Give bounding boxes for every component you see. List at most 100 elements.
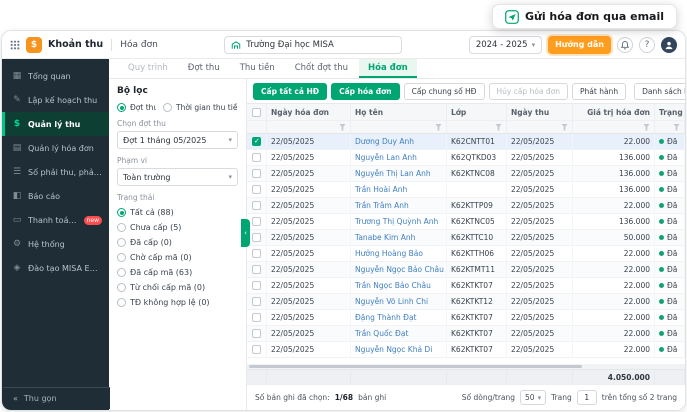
tab[interactable]: Chốt đợt thu — [286, 59, 357, 78]
user-avatar[interactable] — [661, 37, 677, 53]
filter-funnel-icon[interactable] — [561, 124, 568, 131]
status-radio[interactable]: Đã cấp (0) — [117, 235, 238, 250]
table-row[interactable]: 22/05/2025 Trần Trâm Anh K62KTTP09 22/05… — [247, 198, 685, 214]
rows-per-page-select[interactable]: 50 ▾ — [520, 390, 546, 405]
status-radio[interactable]: Từ chối cấp mã (0) — [117, 280, 238, 295]
toolbar-button[interactable]: Cấp tất cả HĐ — [253, 83, 327, 100]
student-name-link[interactable]: Nguyễn Võ Linh Chi — [351, 294, 447, 309]
table-row[interactable]: 22/05/2025 Nguyễn Ngọc Bảo Châu K62KTMT1… — [247, 262, 685, 278]
scrollbar-thumb[interactable] — [249, 365, 582, 368]
sidebar-item[interactable]: ◧ Báo cáo — [2, 184, 109, 208]
row-checkbox[interactable] — [252, 297, 261, 306]
help-icon[interactable]: ? — [639, 37, 655, 53]
sidebar-item[interactable]: ⚙ Hệ thống — [2, 232, 109, 256]
status-radio[interactable]: Chờ cấp mã (0) — [117, 250, 238, 265]
column-header[interactable]: Trạng thái — [655, 104, 685, 120]
student-name-link[interactable]: Nguyễn Thị Lan Anh — [351, 166, 447, 181]
table-row[interactable]: 22/05/2025 Tanabe Kim Anh K62KTTC10 22/0… — [247, 230, 685, 246]
row-checkbox[interactable] — [252, 265, 261, 274]
student-name-link[interactable]: Trương Thị Quỳnh Anh — [351, 214, 447, 229]
filter-funnel-icon[interactable] — [339, 124, 346, 131]
school-search-input[interactable]: Trường Đại học MISA — [224, 36, 402, 54]
tab[interactable]: Quy trình — [119, 59, 177, 78]
table-row[interactable]: 22/05/2025 Dương Duy Anh K62CNTT01 22/05… — [247, 134, 685, 150]
sidebar-item[interactable]: ◈ Đào tạo MISA EMIS — [2, 256, 109, 280]
row-checkbox[interactable] — [252, 137, 261, 146]
table-row[interactable]: 22/05/2025 Nguyễn Thị Lan Anh K62KTNC08 … — [247, 166, 685, 182]
student-name-link[interactable]: Trần Hoài Anh — [351, 182, 447, 197]
row-checkbox[interactable] — [252, 153, 261, 162]
table-row[interactable]: 22/05/2025 Nguyễn Ngọc Khả Di K62KTKT07 … — [247, 342, 685, 358]
row-checkbox[interactable] — [252, 329, 261, 338]
table-row[interactable]: 22/05/2025 Trần Quốc Đạt K62KTKT07 22/05… — [247, 326, 685, 342]
guide-button[interactable]: Hướng dẫn — [548, 36, 611, 54]
page-input[interactable] — [577, 390, 597, 405]
student-name-link[interactable]: Nguyễn Ngọc Bảo Châu — [351, 262, 447, 277]
row-checkbox[interactable] — [252, 345, 261, 354]
app-grid-menu-icon[interactable] — [10, 35, 20, 54]
student-name-link[interactable]: Hưởng Hoàng Bảo — [351, 246, 447, 261]
tab[interactable]: Thu tiền — [231, 59, 284, 78]
row-checkbox[interactable] — [252, 185, 261, 194]
horizontal-scrollbar[interactable] — [247, 364, 685, 369]
column-header[interactable]: Lớp — [447, 104, 507, 120]
table-row[interactable]: 22/05/2025 Trần Ngọc Bảo Châu K62KTKT07 … — [247, 278, 685, 294]
table-row[interactable]: 22/05/2025 Hưởng Hoàng Bảo K62KTTH06 22/… — [247, 246, 685, 262]
school-year-select[interactable]: 2024 - 2025 ▾ — [469, 36, 542, 54]
table-row[interactable]: 22/05/2025 Nguyễn Võ Linh Chi K62KTKT12 … — [247, 294, 685, 310]
row-checkbox[interactable] — [252, 217, 261, 226]
student-name-link[interactable]: Dương Duy Anh — [351, 134, 447, 149]
sidebar-item[interactable]: ☰ Số phải thu, phải trả — [2, 160, 109, 184]
filter-funnel-icon[interactable] — [673, 124, 680, 131]
student-name-link[interactable]: Nguyễn Ngọc Khả Di — [351, 342, 447, 357]
column-header[interactable]: Ngày thu — [507, 104, 573, 120]
toolbar-button[interactable]: Cấp hóa đơn — [331, 83, 400, 100]
sidebar-item[interactable]: ✎ Lập kế hoạch thu — [2, 88, 109, 112]
status-radio[interactable]: Chưa cấp (5) — [117, 220, 238, 235]
student-name-link[interactable]: Trần Ngọc Bảo Châu — [351, 278, 447, 293]
row-checkbox[interactable] — [252, 201, 261, 210]
column-header[interactable]: Giá trị hóa đơn — [573, 104, 655, 120]
sidebar-item[interactable]: ▦ Tổng quan — [2, 64, 109, 88]
filter-mode-radio[interactable]: Thời gian thu tiền — [163, 103, 238, 112]
column-header[interactable]: Ngày hóa đơn — [267, 104, 351, 120]
filter-mode-radio[interactable]: Đợt thu — [117, 103, 156, 112]
row-checkbox[interactable] — [252, 281, 261, 290]
email-invoice-callout[interactable]: Gửi hóa đơn qua email — [492, 4, 677, 29]
row-checkbox[interactable] — [252, 313, 261, 322]
table-row[interactable]: 22/05/2025 Trần Hoài Anh 22/05/2025 136.… — [247, 182, 685, 198]
select-all-checkbox[interactable] — [252, 108, 261, 117]
student-name-link[interactable]: Tanabe Kim Anh — [351, 230, 447, 245]
sidebar-collapse-button[interactable]: « Thu gọn — [3, 387, 110, 409]
filter-funnel-icon[interactable] — [643, 124, 650, 131]
tab[interactable]: Đợt thu — [179, 59, 229, 78]
row-checkbox[interactable] — [252, 249, 261, 258]
scope-select[interactable]: Toàn trường ▾ — [117, 168, 238, 186]
column-header[interactable]: Họ tên — [351, 104, 447, 120]
filter-collapse-handle[interactable]: ‹ — [241, 219, 250, 247]
notification-bell-icon[interactable] — [617, 37, 633, 53]
table-row[interactable]: 22/05/2025 Nguyễn Lan Anh K62QTKD03 22/0… — [247, 150, 685, 166]
status-radio[interactable]: Đã cấp mã (63) — [117, 265, 238, 280]
toolbar-button[interactable]: Hủy cấp hóa đơn — [489, 83, 569, 100]
status-radio[interactable]: Tất cả (88) — [117, 205, 238, 220]
sidebar-item[interactable]: $ Quản lý thu — [2, 112, 109, 136]
filter-funnel-icon[interactable] — [495, 124, 502, 131]
toolbar-button[interactable]: Phát hành — [572, 83, 626, 100]
toolbar-button[interactable]: Cấp chung số HĐ — [404, 83, 485, 100]
filter-funnel-icon[interactable] — [435, 124, 442, 131]
toolbar-button[interactable]: Danh sách hóa đơn ▾ — [634, 83, 686, 100]
batch-select[interactable]: Đợt 1 tháng 05/2025 ▾ — [117, 131, 238, 149]
student-name-link[interactable]: Nguyễn Lan Anh — [351, 150, 447, 165]
row-checkbox[interactable] — [252, 169, 261, 178]
student-name-link[interactable]: Trần Quốc Đạt — [351, 326, 447, 341]
table-row[interactable]: 22/05/2025 Đặng Thành Đạt K62KTKT07 22/0… — [247, 310, 685, 326]
status-radio[interactable]: TĐ không hợp lệ (0) — [117, 295, 238, 310]
sidebar-item[interactable]: ▤ Quản lý hóa đơn — [2, 136, 109, 160]
row-checkbox[interactable] — [252, 233, 261, 242]
sidebar-item[interactable]: ▭ Thanh toán KĐTM new — [2, 208, 109, 232]
student-name-link[interactable]: Đặng Thành Đạt — [351, 310, 447, 325]
table-row[interactable]: 22/05/2025 Trương Thị Quỳnh Anh K62KTNC0… — [247, 214, 685, 230]
tab[interactable]: Hóa đơn — [359, 59, 417, 78]
student-name-link[interactable]: Trần Trâm Anh — [351, 198, 447, 213]
